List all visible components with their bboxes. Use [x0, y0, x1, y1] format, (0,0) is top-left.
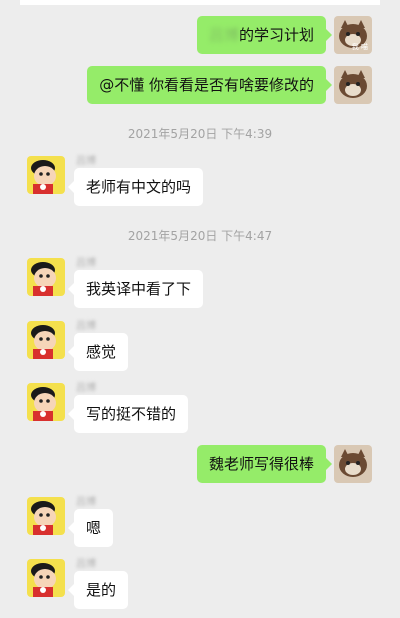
- message-bubble[interactable]: 写的挺不错的: [67, 395, 189, 433]
- message-text: 老师有中文的吗: [86, 178, 192, 196]
- cartoon-boy-avatar-icon: [27, 321, 65, 359]
- message-bubble[interactable]: 是的: [67, 571, 129, 609]
- message-row-incoming: 吕博 是的: [0, 555, 400, 611]
- message-bubble[interactable]: 我英译中看了下: [67, 270, 204, 308]
- message-row-outgoing: 魏老师写得很棒: [0, 445, 400, 485]
- message-text: 的学习计划: [238, 26, 314, 44]
- message-bubble[interactable]: 魏老师写得很棒: [196, 445, 333, 483]
- message-text: 是的: [86, 581, 117, 599]
- contact-avatar[interactable]: [27, 559, 65, 597]
- message-text: 感觉: [86, 343, 117, 361]
- message-text: 嗯: [86, 519, 102, 537]
- top-divider: [20, 0, 380, 5]
- cartoon-boy-avatar-icon: [27, 497, 65, 535]
- message-text: 魏老师写得很棒: [208, 455, 314, 473]
- sender-name: 吕博: [76, 383, 96, 394]
- message-row-outgoing: 吕博的学习计划 我 喵: [0, 16, 400, 56]
- sender-name: 吕博: [76, 156, 96, 167]
- message-bubble[interactable]: 嗯: [67, 509, 114, 547]
- timestamp: 2021年5月20日 下午4:39: [127, 127, 273, 141]
- message-row-incoming: 吕博 我英译中看了下: [0, 254, 400, 310]
- contact-avatar[interactable]: [27, 258, 65, 296]
- cartoon-boy-avatar-icon: [27, 383, 65, 421]
- message-text: @不懂 你看看是否有啥要修改的: [99, 76, 314, 94]
- timestamp: 2021年5月20日 下午4:47: [127, 229, 273, 243]
- contact-avatar[interactable]: [27, 383, 65, 421]
- cat-avatar-icon: [334, 445, 372, 483]
- cartoon-boy-avatar-icon: [27, 156, 65, 194]
- message-row-incoming: 吕博 感觉: [0, 317, 400, 373]
- cat-avatar-icon: [334, 66, 372, 104]
- blurred-name: 吕博: [208, 26, 239, 44]
- sender-name: 吕博: [76, 258, 96, 269]
- message-bubble[interactable]: @不懂 你看看是否有啥要修改的: [87, 66, 332, 104]
- message-row-incoming: 吕博 老师有中文的吗: [0, 152, 400, 208]
- message-row-incoming: 吕博 写的挺不错的: [0, 379, 400, 435]
- message-row-outgoing: @不懂 你看看是否有啥要修改的: [0, 66, 400, 106]
- contact-avatar[interactable]: [27, 156, 65, 194]
- message-bubble[interactable]: 感觉: [67, 333, 129, 371]
- avatar-caption: 我 喵: [351, 43, 368, 51]
- self-avatar[interactable]: [334, 66, 372, 104]
- message-text: 我英译中看了下: [86, 280, 192, 298]
- self-avatar[interactable]: [334, 445, 372, 483]
- cartoon-boy-avatar-icon: [27, 258, 65, 296]
- contact-avatar[interactable]: [27, 321, 65, 359]
- cartoon-boy-avatar-icon: [27, 559, 65, 597]
- message-bubble[interactable]: 老师有中文的吗: [67, 168, 204, 206]
- message-row-incoming: 吕博 嗯: [0, 493, 400, 549]
- sender-name: 吕博: [76, 497, 96, 508]
- message-text: 写的挺不错的: [86, 405, 177, 423]
- sender-name: 吕博: [76, 559, 96, 570]
- contact-avatar[interactable]: [27, 497, 65, 535]
- message-bubble[interactable]: 吕博的学习计划: [196, 16, 333, 54]
- sender-name: 吕博: [76, 321, 96, 332]
